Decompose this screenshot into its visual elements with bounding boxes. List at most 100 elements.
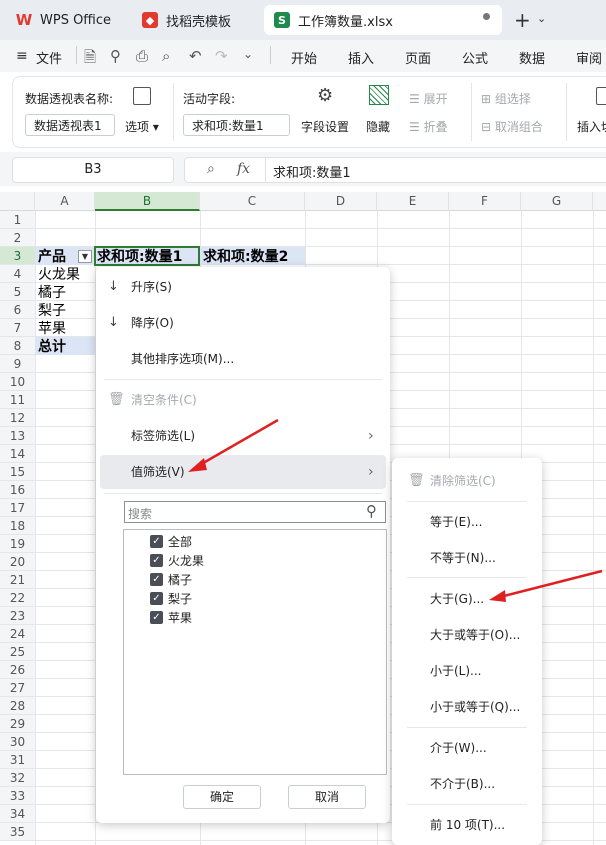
checkbox-icon[interactable]: ✓ — [150, 592, 163, 605]
pivot-row-item[interactable]: 苹果 — [38, 320, 66, 338]
row-header[interactable]: 28 — [0, 697, 35, 715]
more-sort-options-item[interactable]: 其他排序选项(M)... — [96, 342, 390, 376]
column-header-b[interactable]: B — [95, 192, 200, 211]
tab-docer[interactable]: ◆ 找稻壳模板 — [132, 5, 258, 35]
row-header[interactable]: 2 — [0, 229, 35, 247]
pivot-row-item[interactable]: 橘子 — [38, 284, 66, 302]
between-item[interactable]: 介于(W)... — [392, 733, 542, 763]
row-header[interactable]: 33 — [0, 787, 35, 805]
checkbox-icon[interactable]: ✓ — [150, 554, 163, 567]
column-header-a[interactable]: A — [35, 192, 95, 211]
column-header-e[interactable]: E — [377, 192, 449, 211]
row-header[interactable]: 22 — [0, 589, 35, 607]
value-filter-item[interactable]: 值筛选(V) › — [100, 455, 386, 489]
row-header[interactable]: 5 — [0, 283, 35, 301]
row-header[interactable]: 12 — [0, 409, 35, 427]
checklist-item-all[interactable]: 全部 — [168, 533, 192, 550]
row-header[interactable]: 27 — [0, 679, 35, 697]
row-header[interactable]: 20 — [0, 553, 35, 571]
new-tab-plus-icon[interactable]: + — [514, 8, 531, 32]
filter-dropdown-button[interactable]: ▼ — [78, 250, 92, 263]
row-header[interactable]: 24 — [0, 625, 35, 643]
search-icon[interactable]: ⚲ — [366, 502, 377, 520]
formula-input-box[interactable]: ⌕ fx 求和项:数量1 — [184, 157, 606, 183]
tab-workbook[interactable]: S 工作簿数量.xlsx — [264, 5, 502, 35]
active-field-input[interactable]: 求和项:数量1 — [183, 114, 290, 136]
row-header[interactable]: 14 — [0, 445, 35, 463]
function-icon[interactable]: fx — [237, 161, 250, 177]
menu-formula[interactable]: 公式 — [462, 48, 488, 67]
label-filter-item[interactable]: 标签筛选(L) › — [96, 419, 390, 453]
pivot-header-sum2[interactable]: 求和项:数量2 — [203, 248, 288, 266]
unsaved-dot-icon[interactable] — [483, 13, 490, 20]
menu-file[interactable]: 文件 — [36, 48, 62, 67]
column-header-d[interactable]: D — [305, 192, 377, 211]
row-header[interactable]: 10 — [0, 373, 35, 391]
print-preview-icon[interactable]: ⌕ — [162, 47, 170, 65]
undo-icon[interactable]: ↶ — [189, 47, 202, 65]
row-header[interactable]: 30 — [0, 733, 35, 751]
zoom-icon[interactable]: ⌕ — [207, 161, 215, 177]
row-header[interactable]: 17 — [0, 499, 35, 517]
row-header[interactable]: 11 — [0, 391, 35, 409]
menu-review[interactable]: 审阅 — [576, 48, 602, 67]
row-header[interactable]: 34 — [0, 805, 35, 823]
row-header[interactable]: 29 — [0, 715, 35, 733]
row-header[interactable]: 18 — [0, 517, 35, 535]
options-button[interactable]: 选项 ▾ — [125, 118, 159, 135]
checkbox-icon[interactable]: ✓ — [150, 573, 163, 586]
sort-ascending-item[interactable]: ↓ 升序(S) — [96, 270, 390, 304]
hamburger-icon[interactable]: ≡ — [16, 48, 28, 64]
row-header[interactable]: 25 — [0, 643, 35, 661]
menu-insert[interactable]: 插入 — [348, 48, 374, 67]
row-header[interactable]: 19 — [0, 535, 35, 553]
menu-data[interactable]: 数据 — [519, 48, 545, 67]
checkbox-icon[interactable]: ✓ — [150, 535, 163, 548]
search-input[interactable]: 搜索 ⚲ — [124, 501, 386, 523]
hide-button[interactable]: 隐藏 — [366, 118, 390, 135]
column-header-c[interactable]: C — [200, 192, 305, 211]
row-header[interactable]: 32 — [0, 769, 35, 787]
select-all-corner[interactable] — [0, 192, 35, 211]
checklist-item[interactable]: 橘子 — [168, 571, 192, 588]
less-equal-item[interactable]: 小于或等于(Q)... — [392, 692, 542, 722]
print-icon[interactable]: ⎙ — [136, 47, 148, 65]
pivot-name-input[interactable]: 数据透视表1 — [25, 114, 115, 136]
menu-page[interactable]: 页面 — [405, 48, 431, 67]
cancel-button[interactable]: 取消 — [288, 785, 366, 809]
greater-than-item[interactable]: 大于(G)... — [392, 584, 542, 614]
row-header[interactable]: 31 — [0, 751, 35, 769]
row-header[interactable]: 23 — [0, 607, 35, 625]
pivot-row-item[interactable]: 火龙果 — [38, 266, 80, 284]
row-header[interactable]: 26 — [0, 661, 35, 679]
ok-button[interactable]: 确定 — [183, 785, 261, 809]
row-header[interactable]: 4 — [0, 265, 35, 283]
less-than-item[interactable]: 小于(L)... — [392, 656, 542, 686]
row-header[interactable]: 3 — [0, 247, 35, 265]
row-header[interactable]: 9 — [0, 355, 35, 373]
checklist-item[interactable]: 梨子 — [168, 590, 192, 607]
row-header[interactable]: 16 — [0, 481, 35, 499]
tab-wps-office[interactable]: W WPS Office — [6, 5, 124, 35]
greater-equal-item[interactable]: 大于或等于(O)... — [392, 620, 542, 650]
checklist-item[interactable]: 苹果 — [168, 609, 192, 626]
field-settings-button[interactable]: 字段设置 — [301, 118, 349, 135]
pivot-row-item[interactable]: 梨子 — [38, 302, 66, 320]
row-header[interactable]: 7 — [0, 319, 35, 337]
row-header[interactable]: 8 — [0, 337, 35, 355]
sort-descending-item[interactable]: ↓ 降序(O) — [96, 306, 390, 340]
not-between-item[interactable]: 不介于(B)... — [392, 769, 542, 799]
row-header[interactable]: 6 — [0, 301, 35, 319]
chevron-down-icon[interactable]: ⌄ — [537, 12, 546, 25]
equals-item[interactable]: 等于(E)... — [392, 507, 542, 537]
pivot-total-label[interactable]: 总计 — [38, 338, 66, 356]
menu-home[interactable]: 开始 — [291, 48, 317, 67]
column-header-g[interactable]: G — [521, 192, 593, 211]
share-icon[interactable]: ⚲ — [110, 47, 121, 65]
checkbox-icon[interactable]: ✓ — [150, 611, 163, 624]
pivot-table-icon[interactable] — [133, 87, 151, 105]
name-box[interactable]: B3 — [12, 157, 174, 183]
row-header[interactable]: 13 — [0, 427, 35, 445]
column-header-f[interactable]: F — [449, 192, 521, 211]
row-header[interactable]: 21 — [0, 571, 35, 589]
